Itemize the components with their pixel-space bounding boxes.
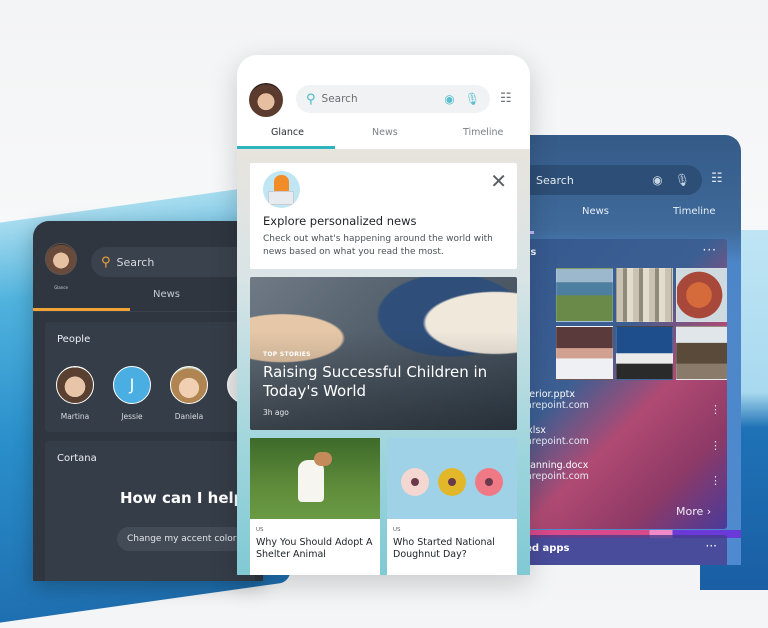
contact-martina[interactable]: Martina <box>55 366 95 421</box>
settings-icon[interactable]: ☷ <box>500 91 512 106</box>
kebab-menu-icon[interactable]: ⋮ <box>710 474 721 487</box>
tab-news[interactable]: News <box>372 127 398 138</box>
more-options-icon[interactable]: ··· <box>706 539 717 553</box>
profile-avatar[interactable] <box>249 83 283 117</box>
cortana-title: Cortana <box>57 453 97 464</box>
contact-name: Daniela <box>174 412 204 421</box>
illustration-paper <box>268 191 294 205</box>
puppy-head-shape <box>314 452 332 466</box>
story-title: Who Started National Doughnut Day? <box>393 537 495 560</box>
story-region: US <box>256 527 264 533</box>
story-age: 3h ago <box>263 408 289 417</box>
right-phone-blue-theme: Search ◉ 🎙 ☷ News Timeline ities ··· _In… <box>512 135 741 565</box>
story-image <box>387 438 517 519</box>
search-placeholder: Search <box>536 173 574 187</box>
contact-jessie[interactable]: J Jessie <box>112 366 152 421</box>
more-options-icon[interactable]: ··· <box>703 243 717 257</box>
illustration-figure <box>274 175 289 192</box>
story-image <box>250 438 380 519</box>
kebab-menu-icon[interactable]: ⋮ <box>710 439 721 452</box>
story-title: Raising Successful Children in Today's W… <box>263 363 488 400</box>
doughnut-shape <box>475 468 503 496</box>
kebab-menu-icon[interactable]: ⋮ <box>710 403 721 416</box>
microphone-icon[interactable]: 🎙 <box>675 173 690 187</box>
tab-news[interactable]: News <box>153 289 180 300</box>
search-icon: ⚲ <box>306 91 316 107</box>
story-card[interactable]: US Why You Should Adopt A Shelter Animal <box>250 438 380 575</box>
story-title: Why You Should Adopt A Shelter Animal <box>256 537 373 560</box>
photo-thumbnail[interactable] <box>616 326 673 380</box>
people-card: People Martina J Jessie Daniela F <box>45 322 263 432</box>
search-placeholder: Search <box>116 255 155 269</box>
cortana-card: Cortana How can I help? Change my accent… <box>45 441 255 581</box>
contact-name: Martina <box>60 412 90 421</box>
contact-daniela[interactable]: Daniela <box>169 366 209 421</box>
profile-avatar[interactable] <box>45 243 77 275</box>
news-reader-illustration-icon <box>263 171 300 208</box>
photo-thumbnail[interactable] <box>676 326 727 380</box>
search-placeholder: Search <box>321 93 358 105</box>
search-bar[interactable]: ⚲ Search ◉ 🎙 <box>296 85 490 113</box>
activities-card: ities ··· _Interior.pptx .sharepoint.com… <box>512 239 727 529</box>
more-link[interactable]: More › <box>676 505 711 518</box>
contact-avatar <box>170 366 208 404</box>
promo-description: Check out what's happening around the wo… <box>263 234 493 257</box>
doughnut-shape <box>438 468 466 496</box>
promo-title: Explore personalized news <box>263 214 417 228</box>
photo-thumbnail[interactable] <box>556 268 613 322</box>
settings-icon[interactable]: ☷ <box>711 171 723 186</box>
tab-glance[interactable]: Glance <box>271 127 304 138</box>
story-card[interactable]: US Who Started National Doughnut Day? <box>387 438 517 575</box>
photo-thumbnail[interactable] <box>556 326 613 380</box>
story-region: US <box>393 527 401 533</box>
tab-timeline[interactable]: Timeline <box>463 127 503 138</box>
photo-thumbnail[interactable] <box>676 268 727 322</box>
doughnut-shape <box>401 468 429 496</box>
close-icon[interactable]: ✕ <box>490 169 507 193</box>
contact-name: Jessie <box>121 412 143 421</box>
top-story-card[interactable]: TOP STORIES Raising Successful Children … <box>250 277 517 430</box>
avatar-caption: Glance <box>54 285 68 290</box>
chevron-right-icon: › <box>706 505 712 518</box>
tab-timeline[interactable]: Timeline <box>673 206 716 217</box>
left-phone-dark-theme: Glance ⚲ Search News People Martina J Je… <box>33 221 263 581</box>
camera-icon[interactable]: ◉ <box>652 173 662 187</box>
search-icon: ⚲ <box>101 254 111 270</box>
cortana-prompt: How can I help? <box>120 489 254 507</box>
tab-bar-divider <box>33 311 263 312</box>
puppy-shape <box>298 460 324 502</box>
contact-avatar: J <box>113 366 151 404</box>
center-phone-light-theme: ⚲ Search ◉ 🎙 ☷ Glance News Timeline ✕ Ex… <box>237 55 530 575</box>
search-bar[interactable]: Search ◉ 🎙 <box>512 165 702 195</box>
contact-avatar <box>56 366 94 404</box>
microphone-icon[interactable]: 🎙 <box>465 92 480 106</box>
suggestion-chip[interactable]: Change my accent color <box>117 527 247 551</box>
promo-card: ✕ Explore personalized news Check out wh… <box>250 163 517 269</box>
news-feed: ✕ Explore personalized news Check out wh… <box>237 149 530 575</box>
photo-thumbnail[interactable] <box>616 268 673 322</box>
more-label: More <box>676 505 704 518</box>
people-title: People <box>57 334 91 345</box>
camera-icon[interactable]: ◉ <box>444 92 454 106</box>
tab-news[interactable]: News <box>582 206 609 217</box>
story-kicker: TOP STORIES <box>263 351 311 358</box>
